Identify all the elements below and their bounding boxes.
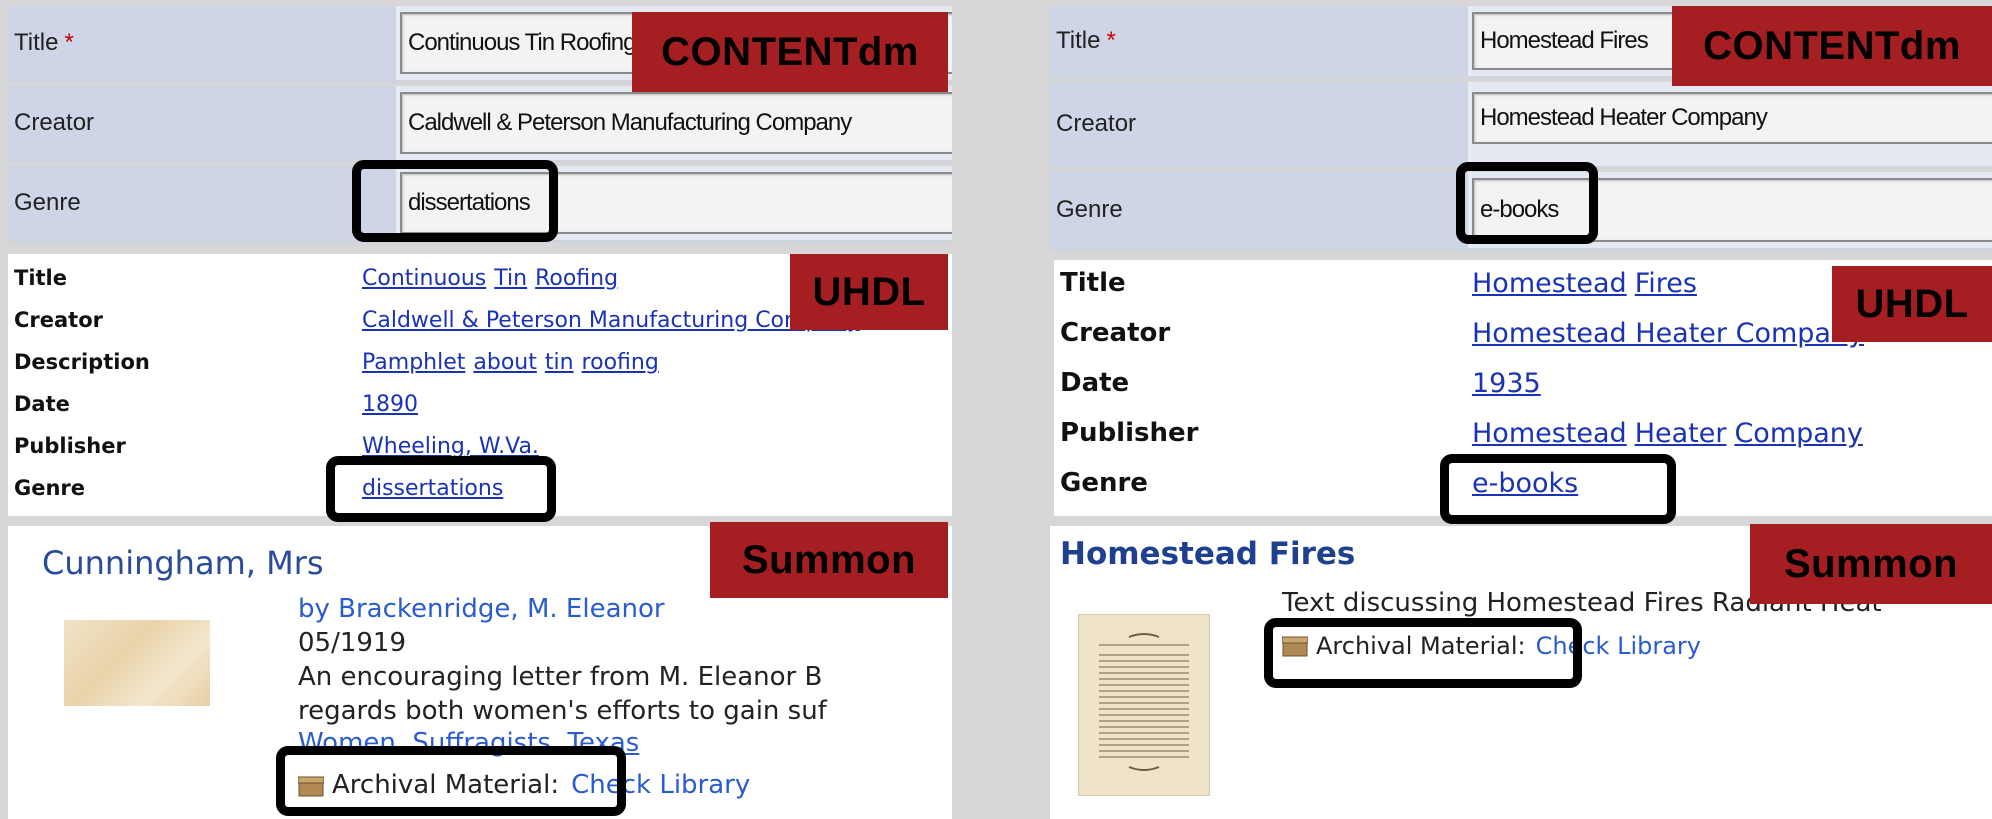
uhdl-publisher-value: Wheeling, W.Va. [362,434,547,459]
result-snippet-line2: regards both women's efforts to gain suf [298,696,827,726]
date-link[interactable]: 1935 [1472,368,1541,399]
uhdl-publisher-label: Publisher [1060,418,1199,448]
archive-box-icon [1281,635,1309,657]
summon-badge: Summon [710,522,948,598]
format-label: Archival Material: [1316,632,1526,660]
uhdl-date-value: 1890 [362,392,426,417]
genre-link[interactable]: dissertations [362,476,503,501]
uhdl-genre-label: Genre [14,476,86,500]
left-panel: Title * Continuous Tin Roofing Creator C… [0,0,952,819]
uhdl-date-label: Date [1060,368,1130,398]
uhdl-genre-value: dissertations [362,476,511,501]
publisher-link[interactable]: Wheeling, W.Va. [362,434,539,459]
uhdl-title-label: Title [14,266,68,290]
result-byline: by Brackenridge, M. Eleanor [298,594,665,624]
uhdl-description-label: Description [14,350,150,374]
uhdl-description-value: Pamphlet about tin roofing [362,350,667,375]
creator-field[interactable]: Caldwell & Peterson Manufacturing Compan… [400,92,952,154]
publisher-word-link[interactable]: Company [1734,418,1862,449]
uhdl-title-value: Homestead Fires [1472,268,1705,299]
genre-label: Genre [1050,172,1472,248]
result-subjects[interactable]: Women, Suffragists, Texas [298,728,639,758]
creator-label: Creator [8,86,400,160]
creator-link[interactable]: Homestead Heater Company [1472,318,1864,349]
creator-field[interactable]: Homestead Heater Company [1472,92,1992,144]
result-title[interactable]: Homestead Fires [1060,536,1355,572]
genre-row: Genre e-books [1050,172,1992,251]
result-title[interactable]: Cunningham, Mrs [42,544,324,582]
publisher-word-link[interactable]: Heater [1635,418,1727,449]
description-word-link[interactable]: Pamphlet [362,350,465,375]
title-word-link[interactable]: Fires [1635,268,1697,299]
uhdl-genre-label: Genre [1060,468,1148,498]
title-word-link[interactable]: Homestead [1472,268,1627,299]
title-word-link[interactable]: Tin [494,266,527,291]
archive-box-icon [297,774,325,797]
uhdl-creator-label: Creator [1060,318,1171,348]
title-label: Title * [1050,6,1472,76]
genre-field[interactable]: e-books [1472,178,1992,242]
creator-label: Creator [1050,82,1472,166]
result-date: 05/1919 [298,628,407,658]
description-word-link[interactable]: about [473,350,536,375]
title-word-link[interactable]: Continuous [362,266,486,291]
genre-link[interactable]: e-books [1472,468,1578,499]
check-library-link[interactable]: Check Library [1536,632,1701,660]
uhdl-title-value: Continuous Tin Roofing [362,266,626,291]
check-library-link[interactable]: Check Library [571,770,750,800]
date-link[interactable]: 1890 [362,392,418,417]
result-thumbnail[interactable] [1078,614,1210,796]
format-label: Archival Material: [332,770,560,800]
required-mark: * [64,29,74,56]
archival-format: Archival Material: Check Library [1281,632,1701,660]
description-word-link[interactable]: tin [545,350,574,375]
result-thumbnail[interactable] [64,620,210,706]
uhdl-title-label: Title [1060,268,1126,298]
uhdl-publisher-label: Publisher [14,434,126,458]
uhdl-creator-value: Homestead Heater Company [1472,318,1872,349]
contentdm-badge: CONTENTdm [632,12,948,92]
title-word-link[interactable]: Roofing [535,266,618,291]
genre-row: Genre dissertations [8,166,952,243]
contentdm-badge: CONTENTdm [1672,6,1992,86]
right-panel: Title * Homestead Fires Creator Homestea… [1048,0,1992,819]
title-label: Title * [8,6,400,80]
uhdl-date-label: Date [14,392,70,416]
uhdl-creator-label: Creator [14,308,104,332]
uhdl-badge: UHDL [790,254,948,330]
uhdl-date-value: 1935 [1472,368,1549,399]
uhdl-badge: UHDL [1832,266,1992,342]
required-mark: * [1106,27,1116,54]
uhdl-publisher-value: Homestead Heater Company [1472,418,1871,449]
summon-badge: Summon [1750,524,1992,604]
uhdl-genre-value: e-books [1472,468,1586,499]
creator-row: Creator Homestead Heater Company [1050,82,1992,169]
description-word-link[interactable]: roofing [582,350,659,375]
creator-link[interactable]: Caldwell & Peterson Manufacturing Compan… [362,308,860,333]
publisher-word-link[interactable]: Homestead [1472,418,1627,449]
genre-label: Genre [8,166,400,240]
genre-field[interactable]: dissertations [400,172,952,234]
archival-format: Archival Material: Check Library [297,770,750,800]
result-snippet-line1: An encouraging letter from M. Eleanor B [298,662,823,692]
creator-row: Creator Caldwell & Peterson Manufacturin… [8,86,952,163]
